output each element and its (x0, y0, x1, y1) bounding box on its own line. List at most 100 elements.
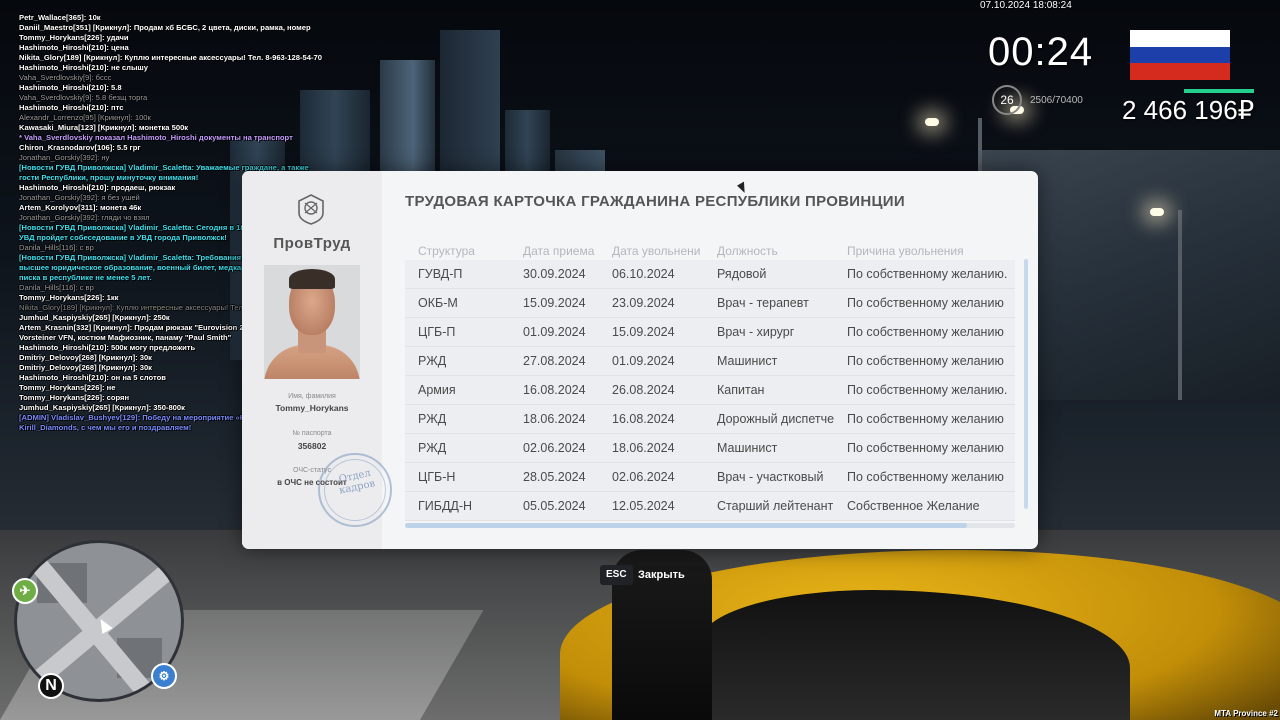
table-row: ГУВД-П 30.09.2024 06.10.2024 Рядовой По собс… (405, 260, 1015, 289)
dismissal-date-cell: 16.08.2024 (612, 412, 675, 426)
structure-cell: РЖД (418, 441, 447, 455)
position-cell: Машинист (717, 354, 778, 368)
hud-datetime: 07.10.2024 18:08:24 (980, 0, 1072, 11)
name-label: Имя, фамилия (288, 393, 336, 400)
chat-message: Hashimoto_Hiroshi[210]: не слышу (19, 63, 148, 72)
street-lamp-pole (1178, 210, 1182, 400)
position-cell: Капитан (717, 383, 765, 397)
reason-cell: По собственному желанию (847, 441, 1004, 455)
column-header: Дата увольнени (612, 244, 701, 258)
passport-number: 356802 (297, 441, 327, 451)
chat-message: Hashimoto_Hiroshi[210]: цена (19, 43, 129, 52)
structure-cell: РЖД (418, 412, 447, 426)
structure-cell: РЖД (418, 354, 447, 368)
level-gauge: 26 (992, 85, 1022, 115)
car-service-icon: ⚙ (151, 663, 177, 689)
chat-message: Daniil_Maestro[351] [Крикнул]: Продам хб… (19, 23, 311, 32)
table-row: ГИБДД-Н 05.05.2024 12.05.2024 Старший лейте… (405, 492, 1015, 521)
hire-date-cell: 01.09.2024 (523, 325, 586, 339)
labour-card-modal: ПровТруд Имя, фамилия Tommy_Horykans № п… (242, 171, 1038, 549)
reason-cell: По собственному желанию (847, 325, 1004, 339)
hire-date-cell: 16.08.2024 (523, 383, 586, 397)
vertical-scrollbar[interactable] (1024, 259, 1028, 509)
street-lamp (925, 118, 939, 126)
table-row: РЖД 02.06.2024 18.06.2024 Машинист По собств… (405, 434, 1015, 463)
hire-date-cell: 30.09.2024 (523, 267, 586, 281)
money-balance: 2 466 196₽ (1122, 95, 1255, 125)
ministry-emblem-icon (298, 194, 324, 225)
server-name: MTA Province #2 (1214, 709, 1278, 718)
chat-message: Alexandr_Lorrenzo[95] [Крикнул]: 100к (19, 113, 151, 122)
dismissal-date-cell: 26.08.2024 (612, 383, 675, 397)
hire-date-cell: 18.06.2024 (523, 412, 586, 426)
chat-message: Chiron_Krasnodarov[106]: 5.5 грг (19, 143, 141, 152)
horizontal-scrollbar[interactable] (405, 523, 967, 528)
dismissal-date-cell: 02.06.2024 (612, 470, 675, 484)
reason-cell: По собственному желанию (847, 412, 1004, 426)
table-row: ЦГБ-П 01.09.2024 15.09.2024 Врач - хирург По… (405, 318, 1015, 347)
table-row: ЦГБ-Н 28.05.2024 02.06.2024 Врач - участков… (405, 463, 1015, 492)
position-cell: Врач - терапевт (717, 296, 809, 310)
reason-cell: По собственному желанию. (847, 267, 1008, 281)
chat-message: Kawasaki_Miura[123] [Крикнул]: монетка 5… (19, 123, 189, 132)
citizen-name: Tommy_Horykans (275, 403, 349, 413)
passport-label: № паспорта (292, 430, 332, 437)
money-bar (1184, 89, 1254, 93)
column-header: Должность (717, 244, 778, 258)
chat-message: Jonathan_Gorskiy[392]: ну (19, 153, 110, 162)
esc-key-button[interactable]: ESC (600, 565, 633, 585)
street-lamp (1150, 208, 1164, 216)
chat-message: Nikita_Glory[189] [Крикнул]: Куплю интер… (19, 53, 322, 62)
north-icon: N (38, 673, 64, 699)
reason-cell: По собственному желанию. (847, 383, 1008, 397)
xp-counter: 2506/70400 (1030, 95, 1083, 106)
reason-cell: По собственному желанию (847, 354, 1004, 368)
structure-cell: ОКБ-М (418, 296, 458, 310)
column-header: Причина увольнения (847, 244, 964, 258)
hire-date-cell: 02.06.2024 (523, 441, 586, 455)
chat-message: Petr_Wallace[365]: 10к (19, 13, 101, 22)
dismissal-date-cell: 18.06.2024 (612, 441, 675, 455)
position-cell: Дорожный диспетче (717, 412, 835, 426)
structure-cell: ЦГБ-П (418, 325, 456, 339)
position-cell: Машинист (717, 441, 778, 455)
chat-message: Hashimoto_Hiroshi[210]: 5.8 (19, 83, 122, 92)
table-row: Армия 16.08.2024 26.08.2024 Капитан По собст… (405, 376, 1015, 405)
table-row: ОКБ-М 15.09.2024 23.09.2024 Врач - терапевт… (405, 289, 1015, 318)
hire-date-cell: 27.08.2024 (523, 354, 586, 368)
close-button[interactable]: Закрыть (638, 569, 685, 581)
table-header: Структура Дата приема Дата увольнени Дол… (405, 241, 1015, 260)
dismissal-date-cell: 23.09.2024 (612, 296, 675, 310)
structure-cell: ЦГБ-Н (418, 470, 456, 484)
reason-cell: По собственному желанию (847, 470, 1004, 484)
card-title: ТРУДОВАЯ КАРТОЧКА ГРАЖДАНИНА РЕСПУБЛИКИ … (405, 193, 905, 210)
hire-date-cell: 15.09.2024 (523, 296, 586, 310)
chat-message: Hashimoto_Hiroshi[210]: птс (19, 103, 124, 112)
position-cell: Рядовой (717, 267, 767, 281)
chat-message: Vaha_Sverdlovskiy[9]: бссс (19, 73, 112, 82)
table-row: РЖД 18.06.2024 16.08.2024 Дорожный диспетче… (405, 405, 1015, 434)
chat-message: * Vaha_Sverdlovskiy показал Hashimoto_Hi… (19, 133, 293, 142)
structure-cell: Армия (418, 383, 456, 397)
hire-date-cell: 28.05.2024 (523, 470, 586, 484)
hud-clock: 00:24 (988, 30, 1094, 74)
structure-cell: ГУВД-П (418, 267, 463, 281)
chat-message: Tommy_Horykans[226]: удачи (19, 33, 129, 42)
dismissal-date-cell: 15.09.2024 (612, 325, 675, 339)
dismissal-date-cell: 01.09.2024 (612, 354, 675, 368)
position-cell: Старший лейтенант (717, 499, 834, 513)
structure-cell: ГИБДД-Н (418, 499, 473, 513)
dismissal-date-cell: 06.10.2024 (612, 267, 675, 281)
position-cell: Врач - хирург (717, 325, 795, 339)
card-sidebar: ПровТруд Имя, фамилия Tommy_Horykans № п… (242, 171, 392, 549)
hire-date-cell: 05.05.2024 (523, 499, 586, 513)
column-header: Структура (418, 244, 475, 258)
reason-cell: Собственное Желание (847, 499, 980, 513)
chat-message: Vaha_Sverdlovskiy[9]: 5.8 безщ торга (19, 93, 148, 102)
column-header: Дата приема (523, 244, 595, 258)
job-marker-icon: ✈ (12, 578, 38, 604)
position-cell: Врач - участковый (717, 470, 824, 484)
russia-flag-icon (1130, 30, 1230, 80)
citizen-photo (264, 265, 360, 379)
table-row: РЖД 27.08.2024 01.09.2024 Машинист По собств… (405, 347, 1015, 376)
